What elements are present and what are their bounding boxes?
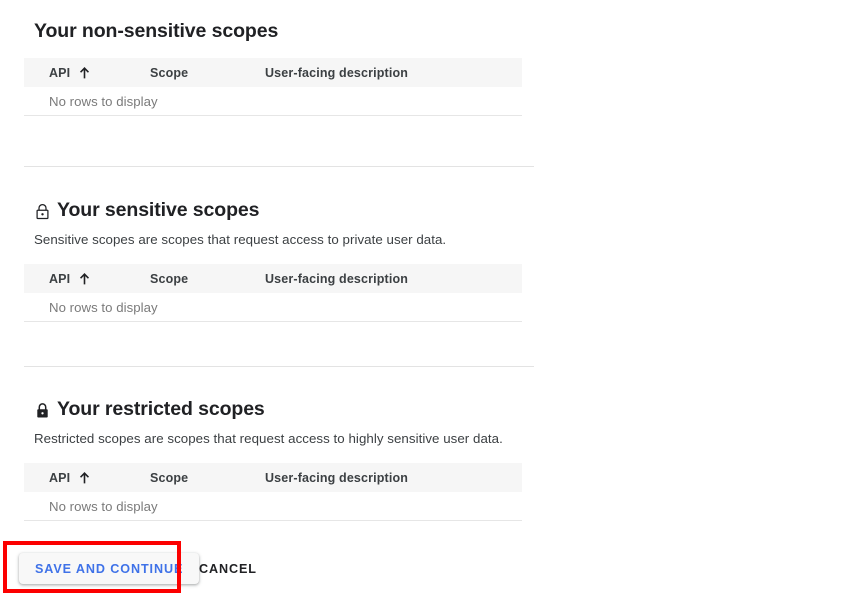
column-header-scope-label: Scope — [150, 470, 189, 485]
cancel-button[interactable]: CANCEL — [191, 553, 265, 584]
column-header-api-label: API — [49, 65, 71, 80]
column-header-api[interactable]: API — [24, 58, 125, 87]
section-description-sensitive: Sensitive scopes are scopes that request… — [34, 232, 447, 247]
save-and-continue-button[interactable]: SAVE AND CONTINUE — [19, 553, 200, 584]
column-header-scope-label: Scope — [150, 65, 189, 80]
column-header-description-label: User-facing description — [265, 65, 409, 80]
table-header: API Scope User-facing description — [24, 58, 522, 87]
column-header-api[interactable]: API — [24, 463, 125, 492]
column-header-scope[interactable]: Scope — [125, 463, 240, 492]
table-empty-row: No rows to display — [24, 492, 522, 521]
empty-state-text: No rows to display — [49, 299, 158, 315]
table-header: API Scope User-facing description — [24, 264, 522, 293]
table-empty-row: No rows to display — [24, 293, 522, 322]
column-header-api[interactable]: API — [24, 264, 125, 293]
column-header-description[interactable]: User-facing description — [240, 264, 522, 293]
sort-ascending-arrow-icon[interactable] — [79, 471, 90, 484]
sensitive-scopes-table: API Scope User-facing description No row… — [24, 264, 522, 322]
column-header-description[interactable]: User-facing description — [240, 463, 522, 492]
section-divider-2 — [24, 366, 534, 367]
lock-outline-icon — [34, 202, 51, 221]
column-header-description-label: User-facing description — [265, 470, 409, 485]
table-header-row: API Scope User-facing description — [24, 58, 522, 87]
restricted-scopes-table: API Scope User-facing description No row… — [24, 463, 522, 521]
column-header-description-label: User-facing description — [265, 271, 409, 286]
table-empty-row: No rows to display — [24, 87, 522, 116]
column-header-scope[interactable]: Scope — [125, 264, 240, 293]
column-header-api-label: API — [49, 470, 71, 485]
section-non-sensitive-scopes: Your non-sensitive scopes API Scope User… — [0, 18, 560, 116]
empty-state-text: No rows to display — [49, 498, 158, 514]
column-header-api-label: API — [49, 271, 71, 286]
section-title-text: Your sensitive scopes — [57, 199, 260, 221]
table-body: No rows to display — [24, 87, 522, 116]
table-header-row: API Scope User-facing description — [24, 463, 522, 492]
lock-filled-icon — [34, 401, 51, 420]
column-header-scope-label: Scope — [150, 271, 189, 286]
column-header-scope[interactable]: Scope — [125, 58, 240, 87]
table-body: No rows to display — [24, 492, 522, 521]
section-heading-restricted: Your restricted scopes — [34, 396, 560, 422]
section-title-text: Your restricted scopes — [57, 398, 265, 420]
section-title-text: Your non-sensitive scopes — [34, 20, 279, 42]
section-description-restricted: Restricted scopes are scopes that reques… — [34, 431, 503, 446]
scopes-page: Your non-sensitive scopes API Scope User… — [0, 0, 848, 603]
section-divider-1 — [24, 166, 534, 167]
empty-state-cell: No rows to display — [24, 492, 522, 521]
section-heading-non-sensitive: Your non-sensitive scopes — [34, 18, 560, 44]
section-sensitive-scopes: Your sensitive scopes Sensitive scopes a… — [0, 197, 560, 322]
non-sensitive-scopes-table: API Scope User-facing description No row… — [24, 58, 522, 116]
table-body: No rows to display — [24, 293, 522, 322]
empty-state-text: No rows to display — [49, 93, 158, 109]
empty-state-cell: No rows to display — [24, 293, 522, 322]
column-header-description[interactable]: User-facing description — [240, 58, 522, 87]
empty-state-cell: No rows to display — [24, 87, 522, 116]
section-heading-sensitive: Your sensitive scopes — [34, 197, 560, 223]
table-header-row: API Scope User-facing description — [24, 264, 522, 293]
table-header: API Scope User-facing description — [24, 463, 522, 492]
sort-ascending-arrow-icon[interactable] — [79, 66, 90, 79]
section-restricted-scopes: Your restricted scopes Restricted scopes… — [0, 396, 560, 521]
sort-ascending-arrow-icon[interactable] — [79, 272, 90, 285]
